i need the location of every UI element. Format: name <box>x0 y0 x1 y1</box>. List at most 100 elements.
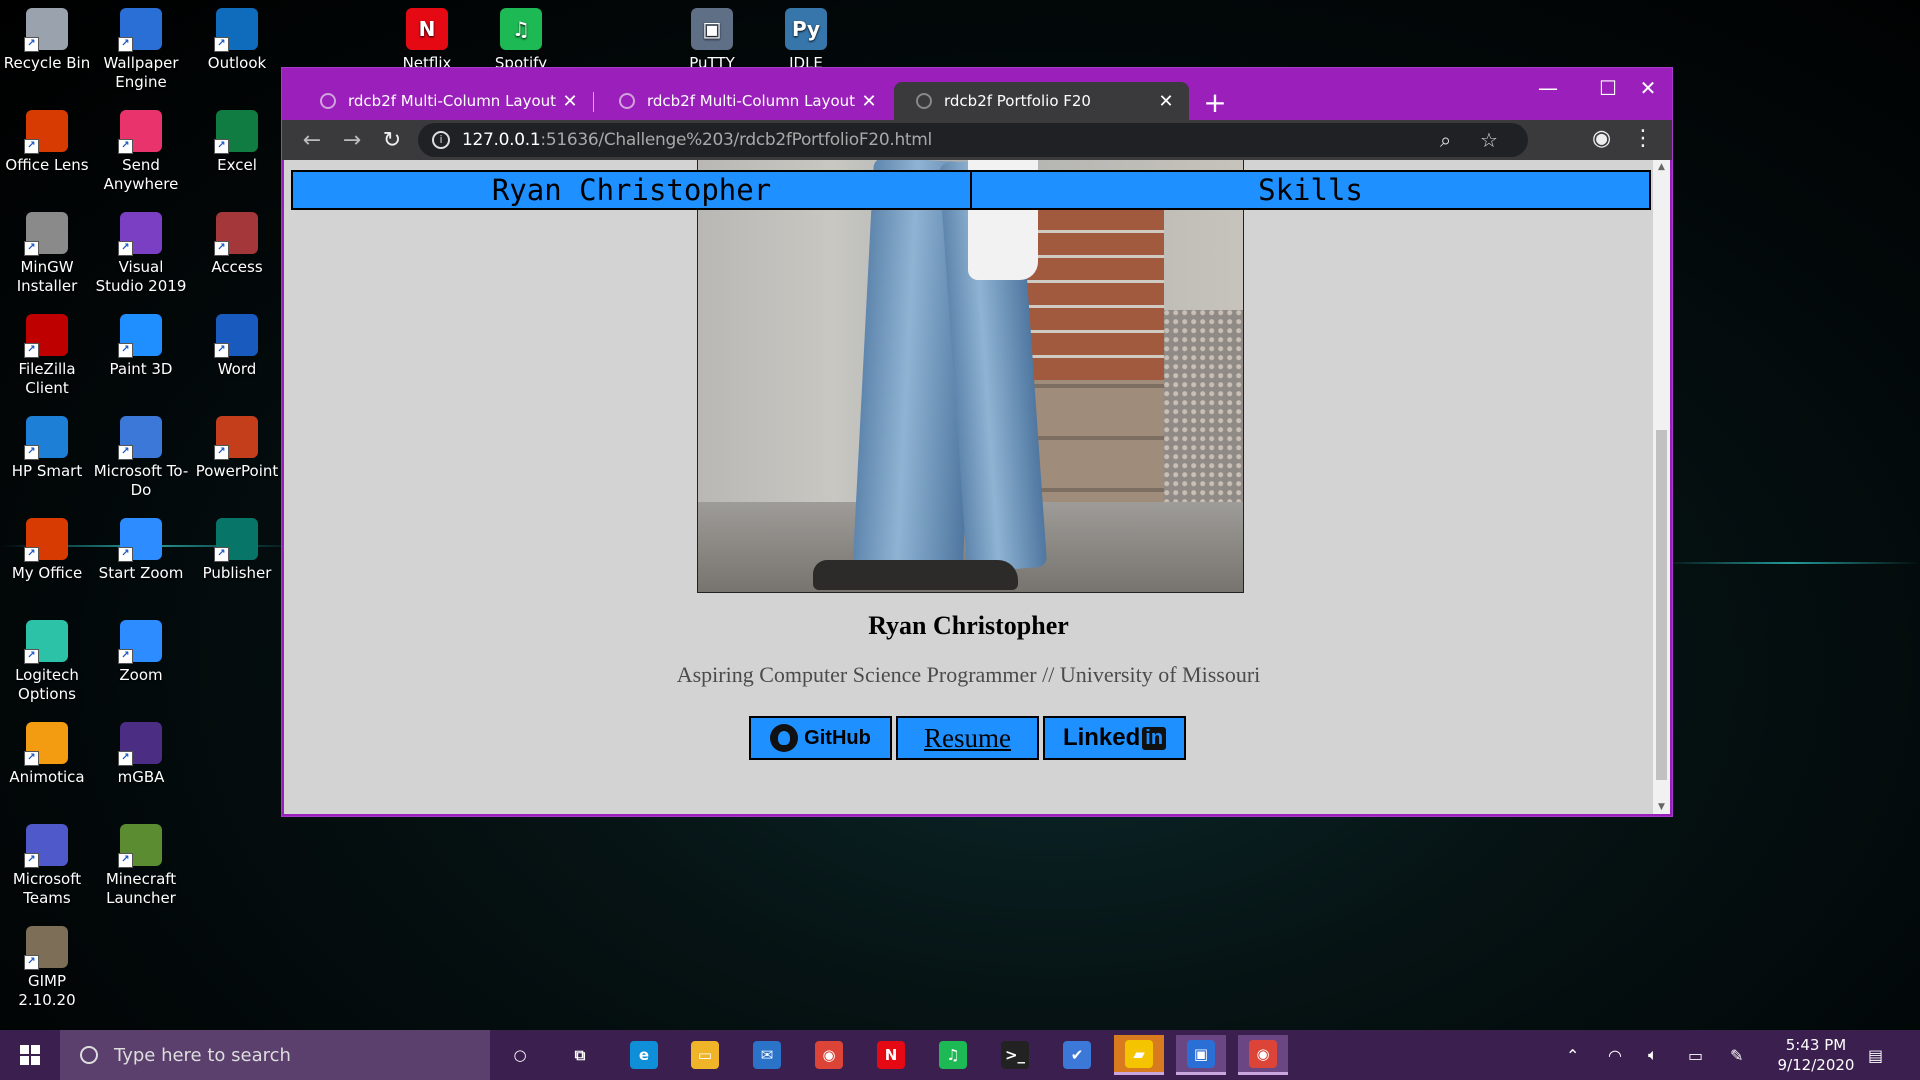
shortcut-arrow-icon: ↗ <box>118 445 133 460</box>
taskbar-app-button[interactable]: ✔ <box>1052 1035 1102 1075</box>
taskbar-app-button[interactable]: ⧉ <box>555 1035 605 1075</box>
taskbar-app-button[interactable]: >_ <box>990 1035 1040 1075</box>
desktop-icon[interactable]: ↗ Zoom <box>93 620 189 685</box>
desktop-icon[interactable]: ↗ HP Smart <box>0 416 95 481</box>
shortcut-arrow-icon: ↗ <box>118 751 133 766</box>
shortcut-arrow-icon: ↗ <box>24 751 39 766</box>
clock-time: 5:43 PM <box>1785 1036 1847 1054</box>
taskbar-app-button[interactable]: ▰ <box>1114 1035 1164 1075</box>
edge-icon: e <box>630 1041 658 1069</box>
close-icon[interactable]: ✕ <box>1155 91 1177 112</box>
access-icon: ↗ <box>214 212 258 256</box>
desktop-icon[interactable]: N Netflix <box>379 8 475 73</box>
taskbar-app-button[interactable]: N <box>866 1035 916 1075</box>
tab-multi-column-2[interactable]: rdcb2f Multi-Column Layout F20 ✕ <box>597 82 892 120</box>
menu-icon[interactable]: ⋮ <box>1632 126 1654 151</box>
star-icon[interactable]: ☆ <box>1480 128 1498 152</box>
vertical-scrollbar[interactable]: ▲ ▼ <box>1653 160 1670 814</box>
logitech-icon: ↗ <box>24 620 68 664</box>
forward-button[interactable]: → <box>332 128 372 153</box>
desktop-icon[interactable]: ↗ Outlook <box>189 8 285 73</box>
desktop-icon-label: Microsoft To-Do <box>93 462 189 499</box>
minimize-button[interactable]: — <box>1528 76 1568 100</box>
clock[interactable]: 5:43 PM 9/12/2020 <box>1766 1035 1866 1075</box>
taskbar: Type here to search ○ ⧉ e ▭ ✉ ◉ N ♫ >_ ✔ ▰ ▣ ◉ ⌃ ◠ 🔈… <box>0 1030 1920 1080</box>
shortcut-arrow-icon: ↗ <box>24 241 39 256</box>
desktop-icon[interactable]: ↗ Recycle Bin <box>0 8 95 73</box>
battery-icon[interactable]: ▭ <box>1688 1030 1703 1080</box>
taskbar-app-button[interactable]: ○ <box>495 1035 545 1075</box>
volume-icon[interactable]: 🔈︎ <box>1648 1030 1658 1080</box>
desktop-icon[interactable]: ↗ Send Anywhere <box>93 110 189 194</box>
office-lens-icon: ↗ <box>24 110 68 154</box>
search-placeholder: Type here to search <box>114 1044 291 1066</box>
linkedin-button[interactable]: Linked in <box>1043 716 1186 760</box>
scrollbar-thumb[interactable] <box>1656 430 1667 780</box>
taskbar-search[interactable]: Type here to search <box>60 1030 490 1080</box>
tab-multi-column-1[interactable]: rdcb2f Multi-Column Layout F20 ✕ <box>298 82 593 120</box>
profile-icon[interactable]: ◉ <box>1592 126 1611 151</box>
close-icon[interactable]: ✕ <box>858 91 880 112</box>
resume-button[interactable]: Resume <box>896 716 1039 760</box>
desktop-icon[interactable]: ↗ GIMP 2.10.20 <box>0 926 95 1010</box>
page-title: Ryan Christopher <box>868 611 1069 640</box>
desktop-icon[interactable]: ↗ Paint 3D <box>93 314 189 379</box>
desktop-icon[interactable]: ↗ mGBA <box>93 722 189 787</box>
close-window-button[interactable]: ✕ <box>1628 76 1668 100</box>
scroll-down-arrow[interactable]: ▼ <box>1653 802 1670 812</box>
wifi-icon[interactable]: ◠ <box>1608 1030 1622 1080</box>
chevron-up-icon[interactable]: ⌃ <box>1566 1030 1579 1080</box>
desktop-icon[interactable]: ↗ Visual Studio 2019 <box>93 212 189 296</box>
desktop-icon[interactable]: ↗ Wallpaper Engine <box>93 8 189 92</box>
address-bar[interactable]: i 127.0.0.1:51636/Challenge%203/rdcb2fPo… <box>418 123 1528 157</box>
desktop-icon-label: Outlook <box>207 54 267 72</box>
netflix-icon: N <box>406 8 448 50</box>
reload-button[interactable]: ↻ <box>372 128 412 153</box>
nav-item-name[interactable]: Ryan Christopher <box>293 172 970 208</box>
desktop-icon[interactable]: ↗ Start Zoom <box>93 518 189 583</box>
desktop-icon[interactable]: ↗ Animotica <box>0 722 95 787</box>
pen-icon[interactable]: ✎ <box>1730 1030 1743 1080</box>
desktop-icon[interactable]: ▣ PuTTY <box>664 8 760 73</box>
desktop-icon[interactable]: ↗ My Office <box>0 518 95 583</box>
notifications-icon[interactable]: ▤ <box>1868 1030 1883 1080</box>
desktop-icon[interactable]: ↗ Office Lens <box>0 110 95 175</box>
globe-icon <box>619 93 635 109</box>
back-button[interactable]: ← <box>292 128 332 153</box>
desktop-icon[interactable]: ↗ Publisher <box>189 518 285 583</box>
taskbar-app-button[interactable]: ▣ <box>1176 1035 1226 1075</box>
taskbar-app-button[interactable]: ♫ <box>928 1035 978 1075</box>
info-icon[interactable]: i <box>432 131 450 149</box>
clock-date: 9/12/2020 <box>1777 1056 1855 1074</box>
desktop-icon[interactable]: ↗ Microsoft To-Do <box>93 416 189 500</box>
desktop-icon[interactable]: ↗ Logitech Options <box>0 620 95 704</box>
desktop-icon[interactable]: ↗ Excel <box>189 110 285 175</box>
start-button[interactable] <box>0 1030 60 1080</box>
site-nav: Ryan Christopher Skills <box>291 170 1651 210</box>
desktop-icon[interactable]: ↗ Minecraft Launcher <box>93 824 189 908</box>
desktop-icon[interactable]: ↗ FileZilla Client <box>0 314 95 398</box>
maximize-button[interactable]: ☐ <box>1588 76 1628 100</box>
taskbar-app-button[interactable]: ◉ <box>804 1035 854 1075</box>
resume-label: Resume <box>924 722 1011 753</box>
new-tab-button[interactable]: + <box>1200 86 1230 119</box>
scroll-up-arrow[interactable]: ▲ <box>1653 162 1670 172</box>
desktop-icon-label: Animotica <box>9 768 85 786</box>
hp-smart-icon: ↗ <box>24 416 68 460</box>
taskbar-app-button[interactable]: e <box>619 1035 669 1075</box>
zoom-icon[interactable]: ⌕ <box>1440 128 1451 152</box>
close-icon[interactable]: ✕ <box>559 91 581 112</box>
nav-item-skills[interactable]: Skills <box>970 172 1649 208</box>
taskbar-app-button[interactable]: ◉ <box>1238 1035 1288 1075</box>
desktop-icon[interactable]: ↗ Word <box>189 314 285 379</box>
desktop-icon[interactable]: ↗ PowerPoint <box>189 416 285 481</box>
shortcut-arrow-icon: ↗ <box>24 853 39 868</box>
taskbar-app-button[interactable]: ▭ <box>680 1035 730 1075</box>
github-button[interactable]: GitHub <box>749 716 892 760</box>
desktop-icon[interactable]: ♫ Spotify <box>473 8 569 73</box>
desktop-icon[interactable]: ↗ Microsoft Teams <box>0 824 95 908</box>
desktop-icon[interactable]: ↗ Access <box>189 212 285 277</box>
taskbar-app-button[interactable]: ✉ <box>742 1035 792 1075</box>
tab-portfolio[interactable]: rdcb2f Portfolio F20 ✕ <box>894 82 1189 120</box>
desktop-icon[interactable]: ↗ MinGW Installer <box>0 212 95 296</box>
